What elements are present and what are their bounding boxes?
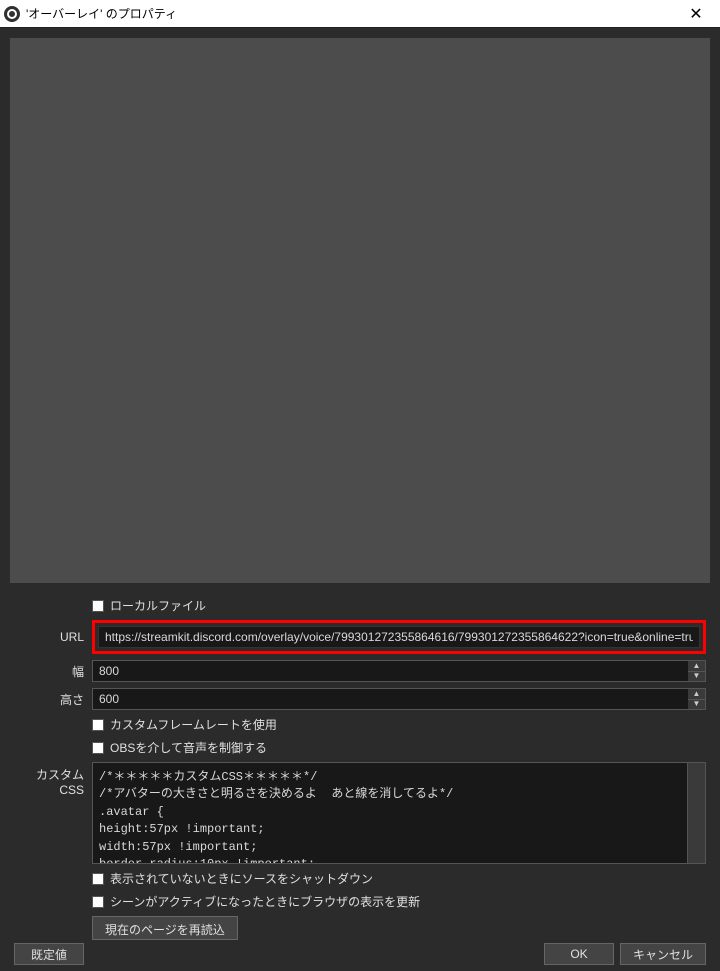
control-audio-checkbox[interactable] bbox=[92, 742, 104, 754]
refresh-on-active-label: シーンがアクティブになったときにブラウザの表示を更新 bbox=[110, 893, 420, 910]
height-spin-up[interactable]: ▲ bbox=[688, 689, 705, 700]
width-spin-up[interactable]: ▲ bbox=[688, 661, 705, 672]
height-input[interactable] bbox=[92, 688, 688, 710]
height-spinner[interactable]: ▲ ▼ bbox=[688, 688, 706, 710]
height-spin-down[interactable]: ▼ bbox=[688, 700, 705, 710]
url-highlight-box bbox=[92, 620, 706, 654]
preview-area bbox=[10, 38, 710, 583]
shutdown-checkbox[interactable] bbox=[92, 873, 104, 885]
cancel-button[interactable]: キャンセル bbox=[620, 943, 706, 965]
width-spin-down[interactable]: ▼ bbox=[688, 672, 705, 682]
custom-css-label: カスタム CSS bbox=[14, 762, 92, 797]
bottom-bar: 既定値 OK キャンセル bbox=[0, 937, 720, 971]
defaults-button[interactable]: 既定値 bbox=[14, 943, 84, 965]
shutdown-label: 表示されていないときにソースをシャットダウン bbox=[110, 870, 373, 887]
ok-button[interactable]: OK bbox=[544, 943, 614, 965]
form-area: ローカルファイル URL 幅 ▲ ▼ 高さ ▲ ▼ bbox=[0, 593, 720, 950]
local-file-checkbox[interactable] bbox=[92, 600, 104, 612]
close-button[interactable]: ✕ bbox=[676, 4, 716, 24]
width-label: 幅 bbox=[14, 663, 92, 680]
title-bar: 'オーバーレイ' のプロパティ ✕ bbox=[0, 0, 720, 28]
custom-fps-checkbox[interactable] bbox=[92, 719, 104, 731]
height-label: 高さ bbox=[14, 691, 92, 708]
obs-icon bbox=[4, 6, 20, 22]
url-label: URL bbox=[14, 630, 92, 644]
window-title: 'オーバーレイ' のプロパティ bbox=[26, 5, 676, 22]
css-scrollbar[interactable] bbox=[688, 762, 706, 864]
width-input[interactable] bbox=[92, 660, 688, 682]
width-spinner[interactable]: ▲ ▼ bbox=[688, 660, 706, 682]
custom-fps-label: カスタムフレームレートを使用 bbox=[110, 716, 277, 733]
local-file-label: ローカルファイル bbox=[110, 597, 206, 614]
refresh-on-active-checkbox[interactable] bbox=[92, 896, 104, 908]
url-input[interactable] bbox=[98, 626, 700, 648]
custom-css-textarea[interactable] bbox=[92, 762, 688, 864]
control-audio-label: OBSを介して音声を制御する bbox=[110, 739, 267, 756]
